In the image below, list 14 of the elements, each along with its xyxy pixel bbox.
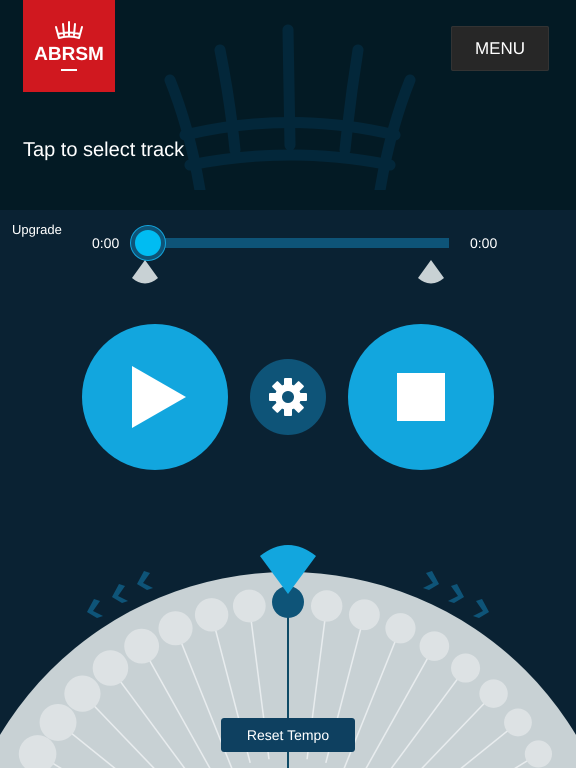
remaining-time: 0:00 — [470, 235, 498, 251]
crown-icon — [54, 21, 84, 41]
stop-icon — [397, 373, 445, 421]
logo-text: ABRSM — [34, 44, 104, 66]
track-prompt[interactable]: Tap to select track — [23, 139, 184, 162]
loop-start-marker-icon[interactable] — [131, 260, 159, 286]
play-icon — [132, 366, 186, 428]
settings-icon — [268, 377, 308, 417]
elapsed-time: 0:00 — [92, 235, 120, 251]
menu-button[interactable]: MENU — [451, 26, 549, 71]
loop-end-marker-icon[interactable] — [417, 260, 445, 286]
upgrade-link[interactable]: Upgrade — [12, 222, 62, 237]
progress-thumb[interactable] — [131, 226, 165, 260]
reset-tempo-button[interactable]: Reset Tempo — [221, 718, 355, 752]
